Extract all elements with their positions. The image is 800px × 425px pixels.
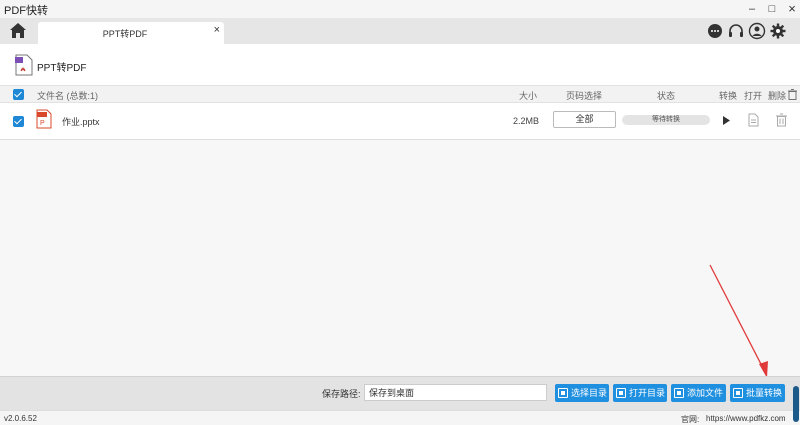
file-name: 作业.pptx: [62, 117, 100, 127]
add-file-button[interactable]: 添加文件: [671, 384, 726, 402]
minimize-button[interactable]: –: [744, 1, 760, 17]
select-all-checkbox[interactable]: [13, 89, 24, 100]
col-convert: 转换: [719, 91, 738, 101]
batch-convert-button[interactable]: 批量转换: [730, 384, 785, 402]
status-bar: v2.0.6.52 官网: https://www.pdfkz.com: [0, 410, 800, 425]
open-directory-label: 打开目录: [629, 388, 666, 398]
action-bar: 保存路径: 选择目录 打开目录 添加文件 批量转换: [0, 376, 800, 410]
ppt-to-pdf-icon: [14, 54, 34, 78]
tab-label: PPT转PDF: [102, 29, 148, 39]
tab-bar: PPT转PDF ×: [0, 18, 800, 44]
select-directory-button[interactable]: 选择目录: [555, 384, 609, 402]
col-delete: 删除: [768, 91, 787, 101]
maximize-button[interactable]: □: [764, 1, 780, 17]
site-link[interactable]: https://www.pdfkz.com: [706, 414, 786, 423]
batch-convert-label: 批量转换: [746, 388, 783, 398]
chat-icon[interactable]: [706, 22, 724, 40]
add-file-label: 添加文件: [687, 388, 724, 398]
scrollbar-handle[interactable]: [793, 386, 799, 422]
trash-icon[interactable]: [776, 113, 787, 129]
tab-ppt-to-pdf[interactable]: PPT转PDF ×: [38, 22, 224, 44]
col-page-select: 页码选择: [566, 91, 603, 101]
table-header: 文件名 (总数:1) 大小 页码选择 状态 转换 打开 删除: [0, 85, 800, 103]
plus-icon: [674, 388, 684, 398]
col-status: 状态: [657, 91, 676, 101]
save-path-label: 保存路径:: [322, 389, 361, 399]
annotation-arrow: [709, 264, 768, 378]
play-icon[interactable]: [722, 115, 731, 128]
open-file-icon[interactable]: [748, 113, 759, 129]
row-checkbox[interactable]: [13, 116, 24, 127]
gear-icon[interactable]: [769, 22, 787, 40]
home-icon[interactable]: [8, 21, 28, 41]
app-title: PDF快转: [4, 5, 48, 17]
tab-close-icon[interactable]: ×: [214, 24, 220, 36]
pptx-file-icon: P: [36, 109, 52, 131]
version-label: v2.0.6.52: [4, 414, 37, 423]
site-label: 官网:: [681, 415, 700, 424]
close-button[interactable]: ×: [784, 1, 800, 17]
status-badge: 等待转换: [622, 115, 710, 125]
convert-icon: [733, 388, 743, 398]
mode-title: PPT转PDF: [37, 63, 87, 74]
delete-all-icon[interactable]: [788, 89, 797, 102]
headset-icon[interactable]: [727, 22, 745, 40]
open-directory-button[interactable]: 打开目录: [613, 384, 667, 402]
file-size: 2.2MB: [513, 116, 540, 126]
col-size: 大小: [519, 91, 538, 101]
title-bar: PDF快转 – □ ×: [0, 0, 800, 18]
table-row: P 作业.pptx 2.2MB 全部 等待转换: [0, 104, 800, 138]
page-select-button[interactable]: 全部: [553, 111, 616, 128]
col-open: 打开: [744, 91, 763, 101]
select-directory-label: 选择目录: [571, 388, 608, 398]
file-panel: PPT转PDF 文件名 (总数:1) 大小 页码选择 状态 转换 打开 删除 P…: [0, 44, 800, 140]
svg-text:P: P: [40, 120, 45, 127]
folder-icon: [616, 388, 626, 398]
col-name: 文件名 (总数:1): [37, 91, 99, 101]
save-icon: [558, 388, 568, 398]
save-path-field[interactable]: [364, 384, 547, 401]
user-icon[interactable]: [748, 22, 766, 40]
